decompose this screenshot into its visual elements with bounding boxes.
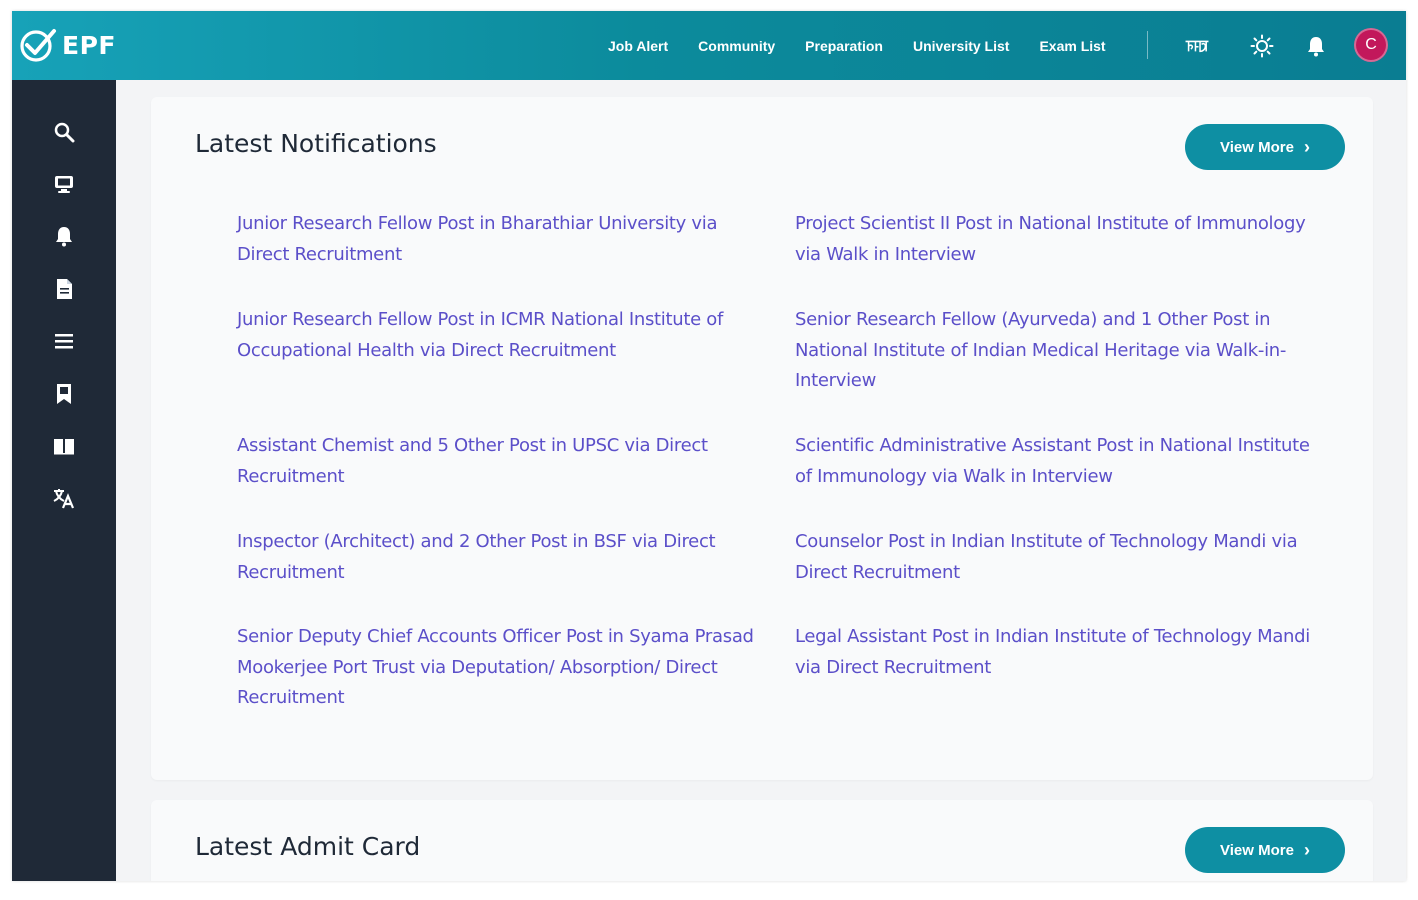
- logo-check-icon: [20, 29, 56, 62]
- bookmark-icon[interactable]: [52, 382, 76, 406]
- user-avatar[interactable]: C: [1354, 28, 1388, 62]
- notifications-title: Latest Notifications: [195, 129, 437, 158]
- notification-link[interactable]: Project Scientist II Post in National In…: [795, 209, 1315, 270]
- notification-link[interactable]: Senior Deputy Chief Accounts Officer Pos…: [237, 622, 757, 714]
- monitor-icon[interactable]: [52, 172, 76, 196]
- admit-card-title: Latest Admit Card: [195, 832, 421, 861]
- admit-card-view-more-button[interactable]: View More ›: [1185, 827, 1345, 873]
- book-icon[interactable]: [52, 434, 76, 458]
- view-more-label: View More: [1220, 138, 1294, 156]
- top-navbar: EPF Job Alert Community Preparation Univ…: [12, 11, 1406, 80]
- notification-bell-icon[interactable]: [1303, 33, 1329, 59]
- nav-university-list[interactable]: University List: [913, 38, 1009, 54]
- notifications-view-more-button[interactable]: View More ›: [1185, 124, 1345, 170]
- nav-community[interactable]: Community: [698, 38, 775, 54]
- notification-link[interactable]: Inspector (Architect) and 2 Other Post i…: [237, 527, 757, 588]
- latest-notifications-card: Latest Notifications View More › Junior …: [151, 97, 1373, 780]
- language-icon[interactable]: [1184, 33, 1210, 59]
- sidebar: [12, 80, 116, 881]
- nav-exam-list[interactable]: Exam List: [1039, 38, 1105, 54]
- translate-icon[interactable]: [52, 486, 76, 510]
- main-nav: Job Alert Community Preparation Universi…: [608, 11, 1136, 80]
- app-window: EPF Job Alert Community Preparation Univ…: [12, 11, 1406, 881]
- list-icon[interactable]: [52, 329, 76, 353]
- nav-preparation[interactable]: Preparation: [805, 38, 883, 54]
- latest-admit-card-card: Latest Admit Card View More ›: [151, 800, 1373, 881]
- notification-link[interactable]: Legal Assistant Post in Indian Institute…: [795, 622, 1315, 683]
- nav-divider: [1147, 31, 1148, 59]
- notification-link[interactable]: Scientific Administrative Assistant Post…: [795, 431, 1315, 492]
- chevron-right-icon: ›: [1303, 840, 1310, 860]
- document-icon[interactable]: [52, 277, 76, 301]
- view-more-label: View More: [1220, 841, 1294, 859]
- notification-link[interactable]: Senior Research Fellow (Ayurveda) and 1 …: [795, 305, 1315, 397]
- notification-link[interactable]: Junior Research Fellow Post in ICMR Nati…: [237, 305, 757, 366]
- notification-link[interactable]: Counselor Post in Indian Institute of Te…: [795, 527, 1315, 588]
- chevron-right-icon: ›: [1303, 137, 1310, 157]
- brand-name: EPF: [62, 30, 116, 60]
- notification-link[interactable]: Junior Research Fellow Post in Bharathia…: [237, 209, 757, 270]
- notification-link[interactable]: Assistant Chemist and 5 Other Post in UP…: [237, 431, 757, 492]
- brand-logo[interactable]: EPF: [18, 25, 116, 65]
- search-icon[interactable]: [52, 120, 76, 144]
- theme-toggle-icon[interactable]: [1249, 33, 1275, 59]
- bell-icon[interactable]: [52, 224, 76, 248]
- nav-job-alert[interactable]: Job Alert: [608, 38, 668, 54]
